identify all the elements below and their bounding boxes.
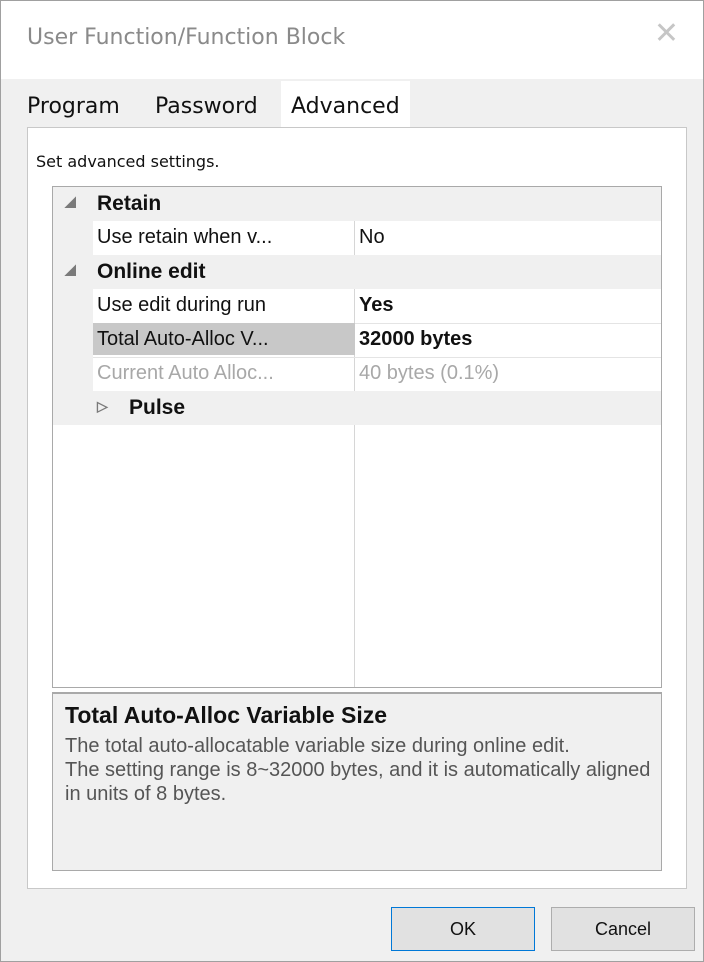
tab-program[interactable]: Program xyxy=(27,87,120,127)
category-label: Retain xyxy=(97,192,162,215)
window-title: User Function/Function Block xyxy=(27,25,346,50)
advanced-tab-panel: Set advanced settings. ◢ Retain Use reta… xyxy=(27,127,687,889)
collapse-triangle-icon[interactable]: ◢ xyxy=(65,261,76,278)
property-value[interactable]: Yes xyxy=(359,289,393,321)
property-row-use-edit-during-run[interactable]: Use edit during run Yes xyxy=(53,289,661,324)
category-online-edit[interactable]: ◢ Online edit xyxy=(53,255,661,289)
property-grid: ◢ Retain Use retain when v... No ◢ Onlin… xyxy=(52,186,662,688)
property-value: 40 bytes (0.1%) xyxy=(359,362,500,384)
description-title: Total Auto-Alloc Variable Size xyxy=(65,702,388,728)
expand-triangle-icon[interactable]: ▷ xyxy=(97,398,108,415)
dialog-window: User Function/Function Block ✕ Program P… xyxy=(0,0,704,962)
property-name: Use edit during run xyxy=(97,294,266,316)
category-retain[interactable]: ◢ Retain xyxy=(53,187,661,221)
property-name: Current Auto Alloc... xyxy=(97,362,274,384)
property-value[interactable]: 32000 bytes xyxy=(359,323,472,355)
property-row-current-auto-alloc: Current Auto Alloc... 40 bytes (0.1%) xyxy=(53,357,661,392)
property-row-use-retain[interactable]: Use retain when v... No xyxy=(53,221,661,256)
close-icon[interactable]: ✕ xyxy=(654,19,679,49)
property-row-total-auto-alloc[interactable]: Total Auto-Alloc V... 32000 bytes xyxy=(53,323,661,358)
property-name: Total Auto-Alloc V... xyxy=(93,323,355,355)
category-label: Online edit xyxy=(97,260,206,283)
ok-button[interactable]: OK xyxy=(391,907,535,951)
category-pulse[interactable]: ▷ Pulse xyxy=(53,391,661,425)
property-name: Use retain when v... xyxy=(97,226,273,248)
property-value[interactable]: No xyxy=(359,221,385,253)
description-pane: Total Auto-Alloc Variable Size The total… xyxy=(52,692,662,871)
category-label: Pulse xyxy=(129,396,186,419)
description-body: The total auto-allocatable variable size… xyxy=(65,735,651,805)
tab-advanced[interactable]: Advanced xyxy=(281,81,410,129)
title-bar[interactable]: User Function/Function Block ✕ xyxy=(1,1,703,79)
collapse-triangle-icon[interactable]: ◢ xyxy=(65,193,76,210)
panel-caption: Set advanced settings. xyxy=(36,152,220,171)
tab-password[interactable]: Password xyxy=(155,87,258,127)
cancel-button[interactable]: Cancel xyxy=(551,907,695,951)
